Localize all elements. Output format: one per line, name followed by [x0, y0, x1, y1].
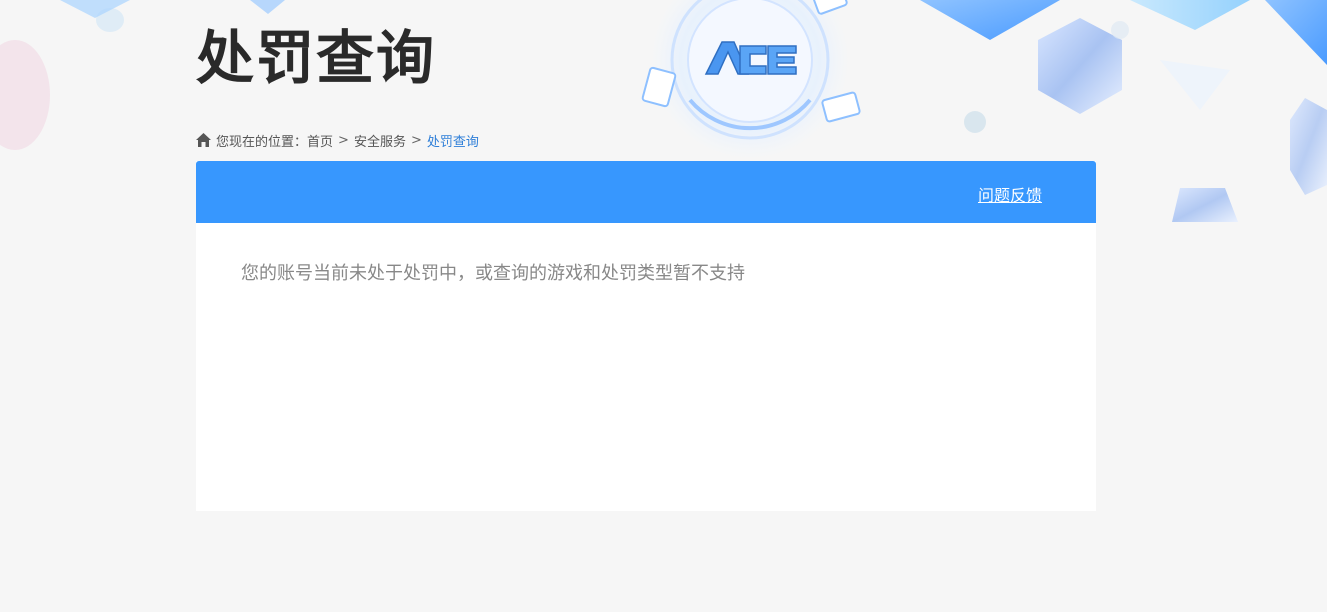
breadcrumb-prefix: 您现在的位置：: [216, 134, 308, 150]
panel-header: 问题反馈: [196, 161, 1096, 223]
ace-logo: [704, 38, 798, 76]
result-panel: 问题反馈 您的账号当前未处于处罚中，或查询的游戏和处罚类型暂不支持: [196, 161, 1096, 511]
breadcrumb-security-link[interactable]: 安全服务: [354, 131, 406, 150]
feedback-link[interactable]: 问题反馈: [978, 182, 1042, 206]
breadcrumb-separator: >: [338, 132, 349, 148]
page: 处罚查询 您现在的位置： 首页 > 安全服务 > 处罚查询 问题反馈 您的账号当…: [0, 0, 1327, 612]
panel-body: 您的账号当前未处于处罚中，或查询的游戏和处罚类型暂不支持: [196, 223, 1096, 321]
breadcrumb-home-link[interactable]: 首页: [307, 131, 333, 150]
breadcrumb: 您现在的位置： 首页 > 安全服务 > 处罚查询: [196, 131, 479, 150]
home-icon: [196, 133, 211, 147]
page-title: 处罚查询: [196, 24, 437, 92]
breadcrumb-current: 处罚查询: [426, 134, 479, 150]
result-message: 您的账号当前未处于处罚中，或查询的游戏和处罚类型暂不支持: [241, 263, 745, 284]
breadcrumb-separator: >: [410, 132, 422, 148]
